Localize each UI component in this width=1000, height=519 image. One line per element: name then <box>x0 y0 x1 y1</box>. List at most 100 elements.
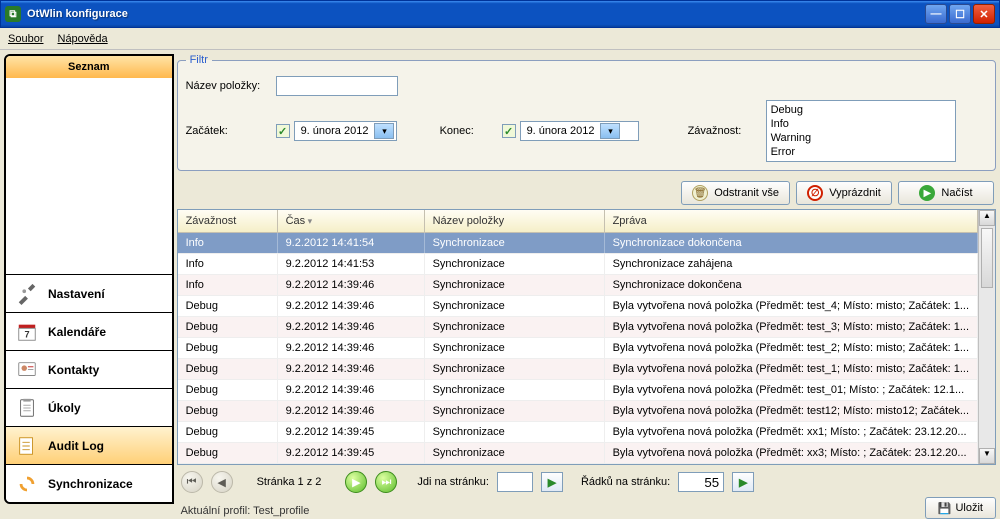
filter-start-checkbox[interactable]: ✓ <box>276 124 290 138</box>
sidebar-item-ukoly[interactable]: Úkoly <box>6 388 172 426</box>
log-icon <box>16 435 38 457</box>
menu-napoveda[interactable]: Nápověda <box>57 33 107 45</box>
col-name[interactable]: Název položky <box>425 210 605 232</box>
table-row[interactable]: Debug9.2.2012 14:39:46SynchronizaceByla … <box>178 296 978 317</box>
cell-name: Synchronizace <box>425 443 605 463</box>
dropdown-icon[interactable]: ▾ <box>374 123 394 139</box>
scroll-down-icon[interactable]: ▼ <box>979 448 995 464</box>
pager-next-button[interactable]: ▶ <box>345 471 367 493</box>
cell-severity: Debug <box>178 401 278 421</box>
contact-icon <box>16 359 38 381</box>
cell-severity: Debug <box>178 338 278 358</box>
trash-icon: 🗑 <box>692 185 708 201</box>
cell-time: 9.2.2012 14:41:54 <box>278 233 425 253</box>
cell-message: Byla vytvořena nová položka (Předmět: te… <box>605 380 978 400</box>
table-row[interactable]: Info9.2.2012 14:41:53SynchronizaceSynchr… <box>178 254 978 275</box>
menubar: Soubor Nápověda <box>0 28 1000 50</box>
close-button[interactable]: ✕ <box>973 4 995 24</box>
sidebar-item-audit-log[interactable]: Audit Log <box>6 426 172 464</box>
filter-name-label: Název položky: <box>186 80 276 92</box>
scroll-up-icon[interactable]: ▲ <box>979 210 995 226</box>
menu-soubor[interactable]: Soubor <box>8 33 43 45</box>
filter-start-value: 9. února 2012 <box>301 125 369 137</box>
table-row[interactable]: Debug9.2.2012 14:39:46SynchronizaceByla … <box>178 380 978 401</box>
col-time[interactable]: Čas <box>278 210 425 232</box>
filter-name-input[interactable] <box>276 76 398 96</box>
pager-goto-button[interactable]: ▶ <box>541 472 563 492</box>
severity-option[interactable]: Error <box>771 145 951 159</box>
sidebar-item-label: Úkoly <box>48 401 81 415</box>
grid-header: Závažnost Čas Název položky Zpráva <box>178 210 978 233</box>
pager-rows-button[interactable]: ▶ <box>732 472 754 492</box>
pager-prev-button[interactable]: ◀ <box>211 471 233 493</box>
sidebar-item-kontakty[interactable]: Kontakty <box>6 350 172 388</box>
cell-time: 9.2.2012 14:39:45 <box>278 443 425 463</box>
cell-severity: Info <box>178 254 278 274</box>
load-button[interactable]: ▶ Načíst <box>898 181 994 205</box>
table-row[interactable]: Debug9.2.2012 14:39:45SynchronizaceByla … <box>178 443 978 464</box>
pager-first-button[interactable]: ⏮ <box>181 471 203 493</box>
scroll-thumb[interactable] <box>981 228 993 288</box>
cell-time: 9.2.2012 14:39:46 <box>278 380 425 400</box>
delete-all-button[interactable]: 🗑 Odstranit vše <box>681 181 790 205</box>
sidebar-item-label: Kalendáře <box>48 325 106 339</box>
filter-severity-list[interactable]: Debug Info Warning Error <box>766 100 956 162</box>
cell-time: 9.2.2012 14:41:53 <box>278 254 425 274</box>
table-row[interactable]: Info9.2.2012 14:41:54SynchronizaceSynchr… <box>178 233 978 254</box>
grid: Závažnost Čas Název položky Zpráva Info9… <box>177 209 996 465</box>
col-severity[interactable]: Závažnost <box>178 210 278 232</box>
table-row[interactable]: Info9.2.2012 14:39:46SynchronizaceSynchr… <box>178 275 978 296</box>
status-profile: Aktuální profil: Test_profile <box>177 499 925 517</box>
pager-rows-label: Řádků na stránku: <box>581 476 670 488</box>
cell-time: 9.2.2012 14:39:46 <box>278 401 425 421</box>
prohibit-icon: ∅ <box>807 185 823 201</box>
cell-name: Synchronizace <box>425 338 605 358</box>
sidebar-item-kalendare[interactable]: 7 Kalendáře <box>6 312 172 350</box>
severity-option[interactable]: Info <box>771 117 951 131</box>
table-row[interactable]: Debug9.2.2012 14:39:46SynchronizaceByla … <box>178 401 978 422</box>
dropdown-icon[interactable]: ▾ <box>600 123 620 139</box>
sidebar-item-nastaveni[interactable]: Nastavení <box>6 274 172 312</box>
pager-rows-input[interactable] <box>678 472 724 492</box>
severity-option[interactable]: Debug <box>771 103 951 117</box>
save-button[interactable]: 💾 Uložit <box>925 497 996 519</box>
sidebar-header[interactable]: Seznam <box>6 56 172 78</box>
severity-option[interactable]: Warning <box>771 131 951 145</box>
minimize-button[interactable]: — <box>925 4 947 24</box>
cell-name: Synchronizace <box>425 296 605 316</box>
filter-end-checkbox[interactable]: ✓ <box>502 124 516 138</box>
filter-severity-label: Závažnost: <box>688 125 766 137</box>
cell-time: 9.2.2012 14:39:45 <box>278 422 425 442</box>
pager-last-button[interactable]: ⏭ <box>375 471 397 493</box>
save-icon: 💾 <box>938 502 952 515</box>
app-icon: ⧉ <box>5 6 21 22</box>
cell-message: Byla vytvořena nová položka (Předmět: te… <box>605 401 978 421</box>
cell-severity: Debug <box>178 380 278 400</box>
cell-severity: Debug <box>178 359 278 379</box>
cell-name: Synchronizace <box>425 380 605 400</box>
table-row[interactable]: Debug9.2.2012 14:39:45SynchronizaceByla … <box>178 422 978 443</box>
filter-end-date[interactable]: 9. února 2012 ▾ <box>520 121 640 141</box>
filter-start-date[interactable]: 9. února 2012 ▾ <box>294 121 398 141</box>
table-row[interactable]: Debug9.2.2012 14:39:46SynchronizaceByla … <box>178 317 978 338</box>
filter-end-value: 9. února 2012 <box>527 125 595 137</box>
sidebar-item-synchronizace[interactable]: Synchronizace <box>6 464 172 502</box>
cell-message: Byla vytvořena nová položka (Předmět: te… <box>605 296 978 316</box>
pager-goto-input[interactable] <box>497 472 533 492</box>
pager-page-text: Stránka 1 z 2 <box>257 476 322 488</box>
cell-message: Byla vytvořena nová položka (Předmět: te… <box>605 359 978 379</box>
button-label: Uložit <box>955 502 983 514</box>
svg-text:7: 7 <box>24 329 29 339</box>
cell-severity: Info <box>178 275 278 295</box>
cell-time: 9.2.2012 14:39:46 <box>278 296 425 316</box>
cell-name: Synchronizace <box>425 317 605 337</box>
empty-button[interactable]: ∅ Vyprázdnit <box>796 181 892 205</box>
cell-message: Byla vytvořena nová položka (Předmět: xx… <box>605 422 978 442</box>
table-row[interactable]: Debug9.2.2012 14:39:46SynchronizaceByla … <box>178 359 978 380</box>
sidebar-item-label: Audit Log <box>48 439 104 453</box>
pager-goto-label: Jdi na stránku: <box>417 476 489 488</box>
table-row[interactable]: Debug9.2.2012 14:39:46SynchronizaceByla … <box>178 338 978 359</box>
maximize-button[interactable]: ☐ <box>949 4 971 24</box>
vertical-scrollbar[interactable]: ▲ ▼ <box>978 210 995 464</box>
col-message[interactable]: Zpráva <box>605 210 978 232</box>
